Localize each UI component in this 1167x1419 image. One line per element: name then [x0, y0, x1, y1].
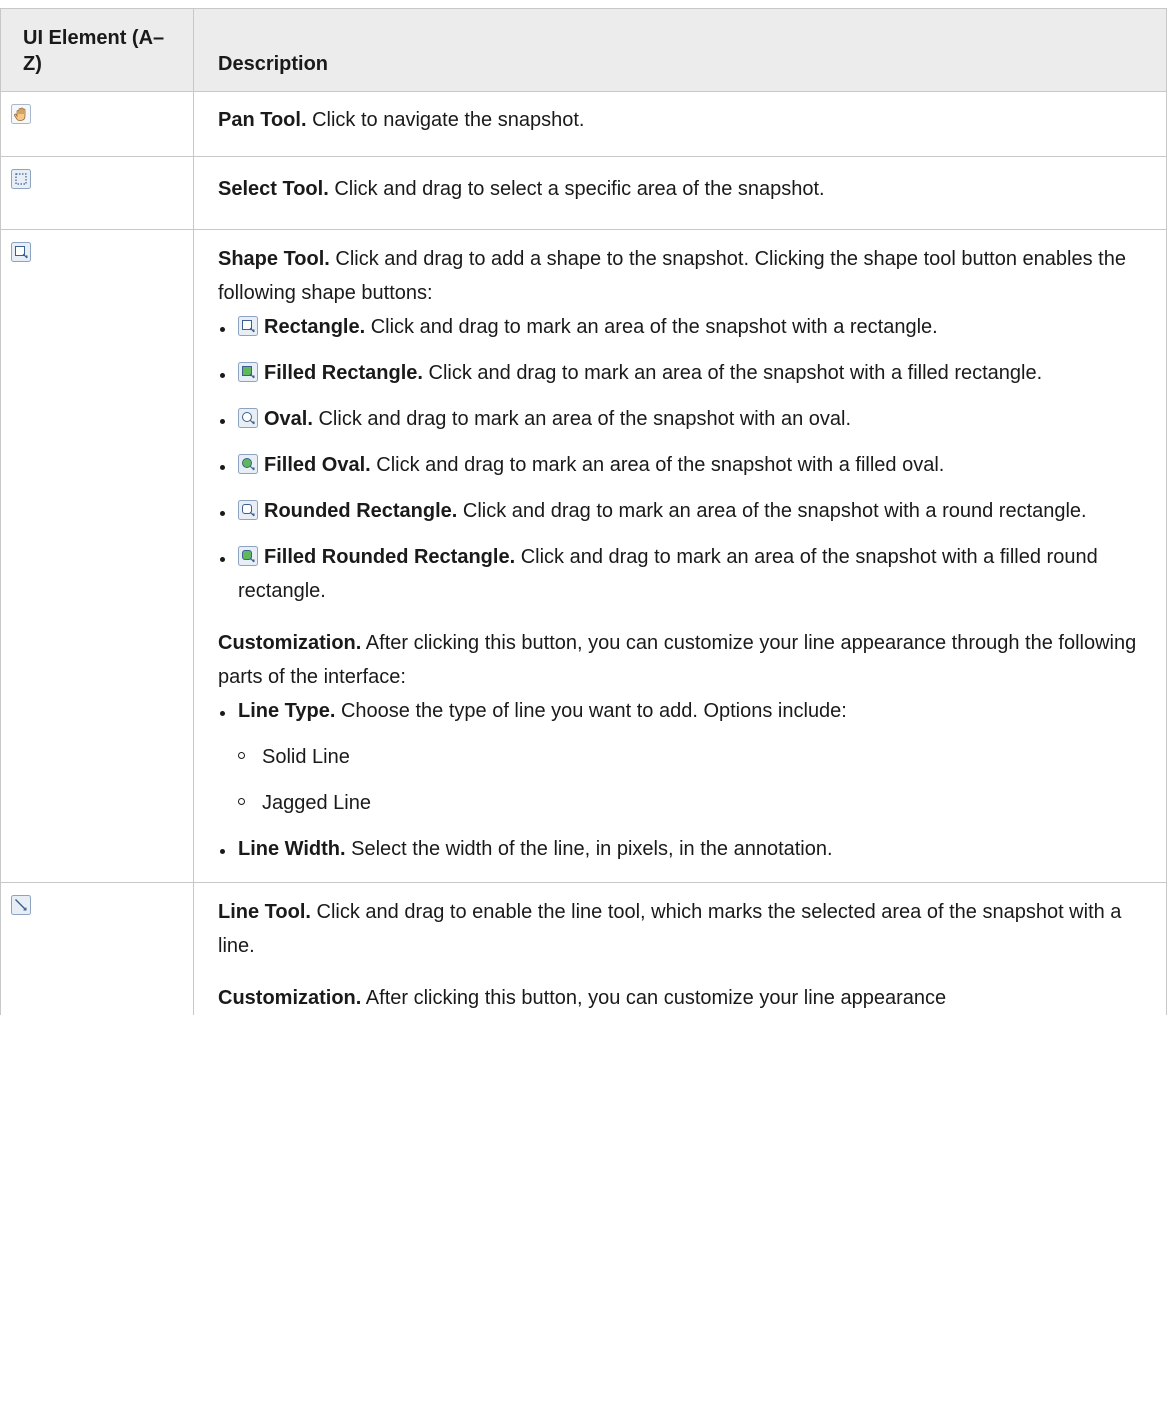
customization-title: Customization. [218, 632, 362, 654]
filled-rectangle-text: Click and drag to mark an area of the sn… [428, 362, 1043, 384]
filled-rectangle-icon [238, 359, 258, 382]
oval-icon [238, 405, 258, 428]
filled-rounded-rectangle-icon [238, 543, 258, 566]
oval-title: Oval. [264, 408, 313, 430]
select-tool-icon [11, 169, 31, 189]
shape-tool-icon [11, 242, 31, 262]
list-item-filled-oval: Filled Oval. Click and drag to mark an a… [218, 448, 1146, 482]
line-customization-text: After clicking this button, you can cust… [365, 987, 947, 1009]
icon-cell [0, 91, 194, 157]
line-tool-text: Click and drag to enable the line tool, … [218, 901, 1122, 957]
table-row-line-tool: Line Tool. Click and drag to enable the … [0, 882, 1167, 1015]
filled-rectangle-title: Filled Rectangle. [264, 362, 423, 384]
list-item-jagged-line: Jagged Line [238, 786, 1146, 820]
list-item-rectangle: Rectangle. Click and drag to mark an are… [218, 310, 1146, 344]
oval-text: Click and drag to mark an area of the sn… [318, 408, 852, 430]
line-tool-icon [11, 895, 31, 915]
rounded-rectangle-title: Rounded Rectangle. [264, 500, 458, 522]
rounded-rectangle-text: Click and drag to mark an area of the sn… [462, 500, 1087, 522]
description-cell: Select Tool. Click and drag to select a … [193, 156, 1167, 230]
select-tool-text: Click and drag to select a specific area… [334, 178, 825, 200]
pan-tool-title: Pan Tool. [218, 109, 307, 131]
line-type-text: Choose the type of line you want to add.… [340, 700, 847, 722]
icon-cell [0, 882, 194, 1015]
line-tool-title: Line Tool. [218, 901, 311, 923]
rectangle-icon [238, 313, 258, 336]
description-column-header: Description [193, 8, 1167, 92]
list-item-filled-rounded-rectangle: Filled Rounded Rectangle. Click and drag… [218, 540, 1146, 608]
rectangle-title: Rectangle. [264, 316, 366, 338]
icon-cell [0, 156, 194, 230]
pan-tool-text: Click to navigate the snapshot. [312, 109, 585, 131]
table-row-shape-tool: Shape Tool. Click and drag to add a shap… [0, 229, 1167, 883]
rectangle-text: Click and drag to mark an area of the sn… [370, 316, 938, 338]
customization-list: Line Type. Choose the type of line you w… [218, 694, 1146, 866]
line-width-title: Line Width. [238, 838, 346, 860]
list-item-solid-line: Solid Line [238, 740, 1146, 774]
icon-cell [0, 229, 194, 883]
description-cell: Shape Tool. Click and drag to add a shap… [193, 229, 1167, 883]
list-item-line-width: Line Width. Select the width of the line… [218, 832, 1146, 866]
filled-oval-text: Click and drag to mark an area of the sn… [376, 454, 945, 476]
filled-oval-icon [238, 451, 258, 474]
shape-tool-text: Click and drag to add a shape to the sna… [218, 248, 1126, 304]
list-item-line-type: Line Type. Choose the type of line you w… [218, 694, 1146, 820]
rounded-rectangle-icon [238, 497, 258, 520]
table-row-pan-tool: Pan Tool. Click to navigate the snapshot… [0, 91, 1167, 157]
ui-element-table: UI Element (A–Z) Description Pan Tool. C… [0, 8, 1167, 1015]
description-cell: Pan Tool. Click to navigate the snapshot… [193, 91, 1167, 157]
line-type-options: Solid Line Jagged Line [238, 740, 1146, 820]
list-item-rounded-rectangle: Rounded Rectangle. Click and drag to mar… [218, 494, 1146, 528]
list-item-filled-rectangle: Filled Rectangle. Click and drag to mark… [218, 356, 1146, 390]
shape-tool-title: Shape Tool. [218, 248, 330, 270]
table-header-row: UI Element (A–Z) Description [0, 8, 1167, 92]
filled-rounded-rectangle-title: Filled Rounded Rectangle. [264, 546, 516, 568]
line-customization-title: Customization. [218, 987, 362, 1009]
shape-buttons-list: Rectangle. Click and drag to mark an are… [218, 310, 1146, 608]
ui-element-column-header: UI Element (A–Z) [0, 8, 194, 92]
filled-oval-title: Filled Oval. [264, 454, 371, 476]
select-tool-title: Select Tool. [218, 178, 329, 200]
line-width-text: Select the width of the line, in pixels,… [351, 838, 833, 860]
description-cell: Line Tool. Click and drag to enable the … [193, 882, 1167, 1015]
table-row-select-tool: Select Tool. Click and drag to select a … [0, 156, 1167, 230]
line-type-title: Line Type. [238, 700, 336, 722]
list-item-oval: Oval. Click and drag to mark an area of … [218, 402, 1146, 436]
pan-hand-icon [11, 104, 31, 124]
